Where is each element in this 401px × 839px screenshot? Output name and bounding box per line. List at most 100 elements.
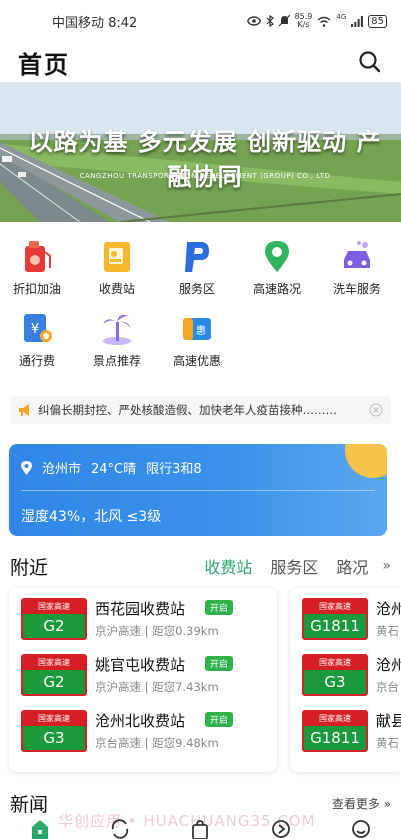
station-card[interactable]: 国家高速 G2 西花园收费站 开启 京沪高速 | 距您0.39km 国家高速 G… [9, 588, 277, 772]
weather-detail: 湿度43%，北风 ≤3级 [21, 509, 162, 525]
bottom-nav [0, 818, 401, 839]
station-info: 京沪高速 | 距您0.39km [95, 624, 219, 638]
weather-city: 沧州市 [42, 462, 82, 477]
service-toll-station[interactable]: 收费站 [81, 238, 153, 297]
station-name: 姚官屯收费站 [95, 656, 186, 674]
station-info: 京台高速 | 距您9.48km [95, 736, 219, 750]
station-info: 京沪高速 | 距您7.43km [95, 680, 219, 694]
service-label: 高速路况 [252, 282, 301, 296]
highway-badge: 国家高速 G3 [21, 710, 87, 752]
highway-code: G1811 [304, 614, 366, 638]
signal-label: 4G [336, 13, 347, 21]
station-name: 沧州北收费站 [95, 712, 186, 730]
station-road: 京台高速 [95, 736, 141, 750]
highway-badge-label: 国家高速 [319, 714, 351, 723]
banner-slogan: 以路为基 多元发展 创新驱动 产融协同 [28, 128, 382, 191]
service-toll-fee[interactable]: ¥ 通行费 [1, 310, 73, 369]
station-road: 黄石 [376, 736, 399, 750]
station-distance: 距您7.43km [152, 680, 219, 694]
highway-badge: 国家高速 G1811 [302, 598, 368, 640]
home-icon[interactable] [30, 818, 50, 839]
mute-icon [278, 15, 290, 27]
station-row[interactable]: 国家高速 G3 沧州 京台 [302, 654, 401, 700]
tab-service-area[interactable]: 服务区 [270, 554, 318, 578]
tab-road-condition[interactable]: 路况 [336, 554, 368, 578]
service-label: 收费站 [98, 282, 135, 296]
status-icons: 85.9 K/s 4G 85 [246, 13, 387, 29]
station-card[interactable]: 国家高速 G1811 沧州 黄石 国家高速 G3 沧州 京台 国家高速 G181… [290, 588, 401, 772]
station-distance: 距您9.48km [152, 736, 219, 750]
service-scenic-spot[interactable]: 景点推荐 [81, 310, 153, 369]
weather-condition: 24°C晴 [91, 462, 137, 477]
highway-code: G3 [304, 670, 366, 694]
station-name: 沧州 [376, 656, 401, 674]
service-highway-discount[interactable]: 惠 高速优惠 [161, 310, 233, 369]
profile-icon[interactable] [351, 818, 371, 839]
bluetooth-icon [266, 15, 274, 27]
toll-fee-icon: ¥ [24, 314, 52, 342]
page-title: 首页 [18, 50, 70, 79]
compass-icon[interactable] [271, 818, 291, 839]
station-distance: 距您0.39km [152, 624, 219, 638]
scenic-spot-icon [103, 314, 131, 345]
service-label: 服务区 [178, 282, 215, 296]
nearby-title: 附近 [10, 556, 49, 579]
notice-text: 纠偏长期封控、严处核酸造假、加快老年人疫苗接种……… [38, 403, 337, 417]
station-row[interactable]: 国家高速 G3 沧州北收费站 开启 京台高速 | 距您9.48km [21, 710, 271, 756]
station-row[interactable]: 国家高速 G2 西花园收费站 开启 京沪高速 | 距您0.39km [21, 598, 271, 644]
highway-badge: 国家高速 G2 [21, 598, 87, 640]
service-car-wash[interactable]: 洗车服务 [321, 238, 393, 297]
status-badge: 开启 [205, 712, 234, 727]
banner-company: CANGZHOU TRANSPORTATION DEVELOPMENT (GRO… [79, 172, 331, 180]
car-wash-icon [344, 241, 370, 268]
station-row[interactable]: 国家高速 G2 姚官屯收费站 开启 京沪高速 | 距您7.43km [21, 654, 271, 700]
svg-text:¥: ¥ [31, 322, 39, 337]
status-badge: 开启 [205, 656, 234, 671]
highway-discount-icon: 惠 [183, 318, 211, 340]
refresh-icon[interactable] [110, 818, 130, 839]
promo-banner[interactable]: 以路为基 多元发展 创新驱动 产融协同 CANGZHOU TRANSPORTAT… [0, 82, 401, 222]
bag-icon[interactable] [190, 818, 210, 839]
search-button[interactable] [357, 49, 383, 75]
toll-station-icon [104, 242, 130, 272]
status-carrier-time: 中国移动 8:42 [52, 15, 138, 31]
tab-toll-station[interactable]: 收费站 [204, 554, 252, 578]
service-label: 高速优惠 [172, 354, 221, 368]
station-road: 京台 [376, 680, 399, 694]
station-road: 京沪高速 [95, 624, 141, 638]
highway-code: G2 [23, 670, 85, 694]
service-label: 景点推荐 [92, 354, 141, 368]
highway-badge: 国家高速 G3 [302, 654, 368, 696]
megaphone-icon [19, 404, 29, 416]
service-service-area[interactable]: 服务区 [161, 238, 233, 297]
station-row[interactable]: 国家高速 G1811 献县 黄石 [302, 710, 401, 756]
highway-badge-label: 国家高速 [319, 602, 351, 611]
search-icon [359, 51, 381, 73]
road-condition-icon [265, 241, 289, 272]
service-label: 洗车服务 [332, 282, 381, 296]
app-header: 首页 [0, 42, 401, 82]
battery-indicator: 85 [368, 14, 387, 28]
nearby-header: 附近 收费站 服务区 路况 » [0, 552, 401, 580]
weather-card[interactable]: 沧州市 24°C晴 限行3和8 湿度43%，北风 ≤3级 [9, 444, 387, 536]
station-road: 黄石 [376, 624, 399, 638]
eye-icon [246, 16, 261, 26]
nearby-more-button[interactable]: » [382, 558, 391, 574]
service-label: 通行费 [18, 354, 55, 368]
service-fuel-discount[interactable]: 折扣加油 [1, 238, 73, 297]
highway-code: G2 [23, 614, 85, 638]
wifi-icon [317, 16, 331, 27]
sun-icon [345, 444, 387, 478]
highway-badge-label: 国家高速 [38, 658, 70, 667]
close-icon[interactable] [369, 403, 383, 417]
station-name: 献县 [376, 712, 401, 730]
service-road-condition[interactable]: 高速路况 [241, 238, 313, 297]
weather-divider [21, 490, 375, 491]
station-row[interactable]: 国家高速 G1811 沧州 黄石 [302, 598, 401, 644]
fuel-icon [25, 241, 51, 272]
news-more-button[interactable]: 查看更多 » [332, 795, 391, 812]
service-area-icon [185, 242, 209, 272]
highway-badge: 国家高速 G1811 [302, 710, 368, 752]
notice-bar[interactable]: 纠偏长期封控、严处核酸造假、加快老年人疫苗接种……… [10, 396, 391, 424]
weather-restriction: 限行3和8 [146, 462, 202, 477]
